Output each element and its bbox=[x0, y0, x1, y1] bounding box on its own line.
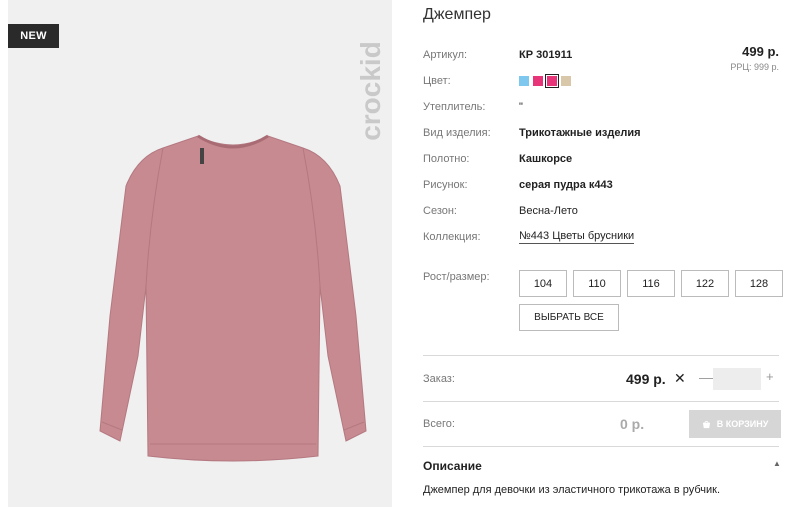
attr-row-insulation: Утеплитель: " bbox=[423, 99, 523, 115]
attr-value-insulation: " bbox=[519, 101, 523, 113]
color-swatch-pink[interactable] bbox=[533, 76, 543, 86]
recommended-price: РРЦ: 999 р. bbox=[730, 62, 779, 72]
add-to-cart-button[interactable]: В КОРЗИНУ bbox=[689, 410, 781, 438]
attr-row-season: Сезон: Весна-Лето bbox=[423, 203, 578, 219]
divider bbox=[423, 355, 779, 356]
attr-label: Рисунок: bbox=[423, 179, 468, 191]
size-options: 104 110 116 122 128 bbox=[519, 270, 783, 297]
divider bbox=[423, 401, 779, 402]
garment-image bbox=[99, 134, 367, 462]
size-button-104[interactable]: 104 bbox=[519, 270, 567, 297]
collection-link[interactable]: №443 Цветы брусники bbox=[519, 230, 635, 244]
attr-label: Цвет: bbox=[423, 75, 451, 87]
attr-row-sku: Артикул: КР 301911 bbox=[423, 47, 572, 63]
attr-value-pattern: серая пудра к443 bbox=[519, 179, 613, 191]
attr-value-fabric: Кашкорсе bbox=[519, 153, 573, 165]
attr-label: Коллекция: bbox=[423, 231, 481, 243]
attr-value-season: Весна-Лето bbox=[519, 205, 578, 217]
quantity-input[interactable] bbox=[713, 368, 761, 390]
description-text: Джемпер для девочки из эластичного трико… bbox=[423, 484, 721, 496]
size-button-122[interactable]: 122 bbox=[681, 270, 729, 297]
attr-row-color: Цвет: bbox=[423, 73, 571, 89]
attr-row-pattern: Рисунок: серая пудра к443 bbox=[423, 177, 613, 193]
new-badge: NEW bbox=[8, 24, 59, 48]
decrease-quantity-button[interactable]: — bbox=[699, 369, 713, 385]
add-to-cart-label: В КОРЗИНУ bbox=[716, 419, 769, 429]
attr-label: Утеплитель: bbox=[423, 101, 486, 113]
size-button-128[interactable]: 128 bbox=[735, 270, 783, 297]
product-details: Джемпер 499 р. РРЦ: 999 р. Артикул: КР 3… bbox=[423, 0, 793, 507]
color-swatches bbox=[519, 74, 571, 88]
order-label: Заказ: bbox=[423, 373, 455, 385]
product-title: Джемпер bbox=[423, 6, 491, 23]
divider bbox=[423, 446, 779, 447]
order-price: 499 р. bbox=[626, 371, 666, 387]
attr-row-fabric: Полотно: Кашкорсе bbox=[423, 151, 572, 167]
color-swatch-beige[interactable] bbox=[561, 76, 571, 86]
size-label: Рост/размер: bbox=[423, 271, 490, 283]
collapse-caret-icon[interactable]: ▲ bbox=[773, 459, 781, 468]
attr-label: Артикул: bbox=[423, 49, 468, 61]
product-price: 499 р. bbox=[742, 44, 779, 59]
attr-row-collection: Коллекция: №443 Цветы брусники bbox=[423, 229, 635, 245]
attr-label: Вид изделия: bbox=[423, 127, 491, 139]
size-button-116[interactable]: 116 bbox=[627, 270, 675, 297]
attr-label: Сезон: bbox=[423, 205, 457, 217]
select-all-button[interactable]: ВЫБРАТЬ ВСЕ bbox=[519, 304, 619, 331]
attr-row-type: Вид изделия: Трикотажные изделия bbox=[423, 125, 641, 141]
attr-value-type: Трикотажные изделия bbox=[519, 127, 641, 139]
total-value: 0 р. bbox=[620, 416, 645, 432]
attr-label: Полотно: bbox=[423, 153, 470, 165]
attr-value-sku: КР 301911 bbox=[519, 49, 573, 61]
basket-icon bbox=[702, 420, 710, 428]
total-label: Всего: bbox=[423, 418, 455, 430]
product-image-panel: NEW crockid bbox=[8, 0, 392, 507]
increase-quantity-button[interactable]: + bbox=[766, 369, 774, 384]
description-title[interactable]: Описание bbox=[423, 459, 482, 473]
color-swatch-selected[interactable] bbox=[545, 74, 559, 88]
size-button-110[interactable]: 110 bbox=[573, 270, 621, 297]
multiply-icon: ✕ bbox=[674, 370, 686, 386]
color-swatch-blue[interactable] bbox=[519, 76, 529, 86]
